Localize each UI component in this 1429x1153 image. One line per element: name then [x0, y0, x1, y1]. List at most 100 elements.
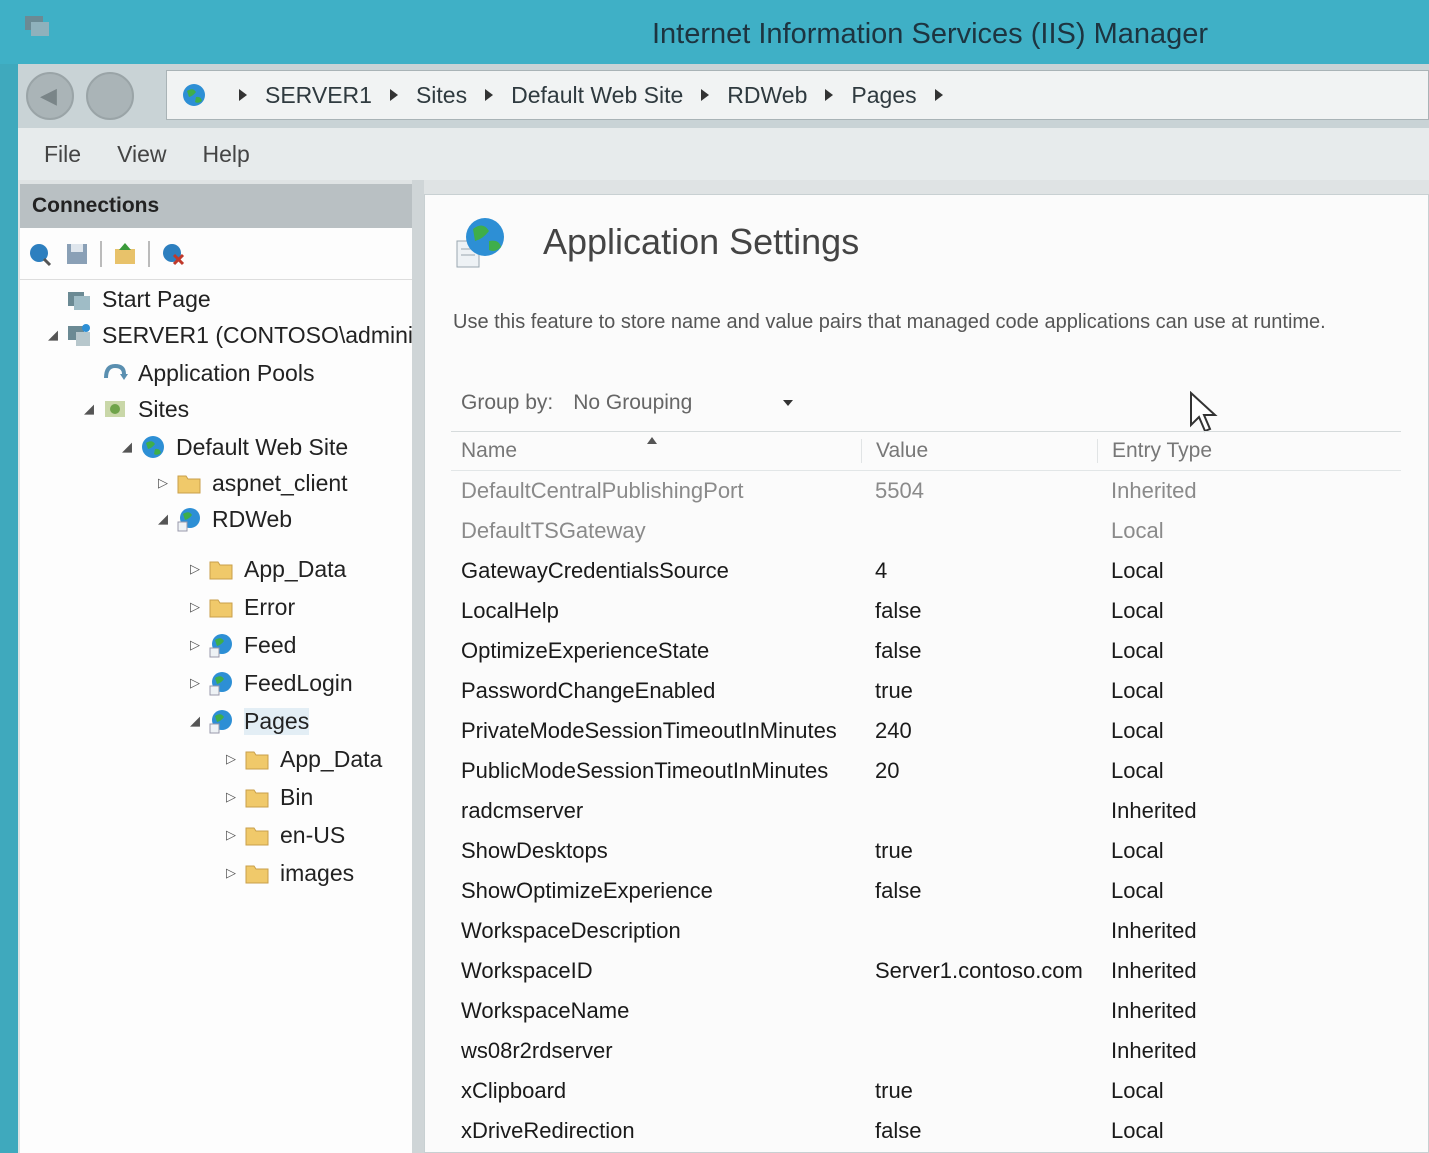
save-icon[interactable] [64, 241, 90, 267]
expand-arrow-icon[interactable]: ▷ [222, 751, 240, 767]
cell-value: 240 [875, 718, 912, 743]
column-header-name[interactable]: Name [451, 437, 861, 463]
cell-name: DefaultCentralPublishingPort [461, 478, 744, 503]
breadcrumb-sites[interactable]: Sites [416, 82, 467, 109]
forward-button[interactable] [86, 72, 134, 120]
folder-icon [208, 594, 234, 620]
back-button[interactable]: ◀ [26, 72, 74, 120]
cell-entry-type: Inherited [1111, 1038, 1197, 1063]
tree-node-bin[interactable]: ▷ Bin [222, 778, 313, 816]
tree-node-server1-contoso-adminis[interactable]: ◢ SERVER1 (CONTOSO\adminis [44, 316, 425, 354]
tree-node-images[interactable]: ▷ images [222, 854, 354, 892]
table-row[interactable]: PasswordChangeEnabled true Local [451, 671, 1401, 711]
cell-value: false [875, 598, 922, 623]
group-by-select[interactable]: No Grouping [573, 391, 794, 415]
breadcrumb-separator-icon [389, 89, 398, 101]
expand-arrow-icon[interactable]: ▷ [186, 561, 204, 577]
sort-ascending-icon [647, 437, 657, 444]
collapse-arrow-icon[interactable]: ◢ [80, 401, 98, 417]
tree-node-pages[interactable]: ◢ Pages [186, 702, 310, 740]
table-row[interactable]: DefaultTSGateway Local [451, 511, 1401, 551]
column-header-entry-type[interactable]: Entry Type [1097, 439, 1397, 463]
connect-icon[interactable] [28, 241, 54, 267]
table-row[interactable]: radcmserver Inherited [451, 791, 1401, 831]
menu-file[interactable]: File [44, 141, 81, 168]
table-row[interactable]: xClipboard true Local [451, 1071, 1401, 1111]
tree-node-label: RDWeb [212, 505, 293, 532]
tree-node-app-data[interactable]: ▷ App_Data [186, 550, 346, 588]
start-page-icon [66, 286, 92, 312]
pane-splitter[interactable] [412, 180, 424, 1153]
table-row[interactable]: GatewayCredentialsSource 4 Local [451, 551, 1401, 591]
expand-arrow-icon[interactable]: ▷ [222, 789, 240, 805]
cell-name: GatewayCredentialsSource [461, 558, 729, 583]
cell-name: ShowOptimizeExperience [461, 878, 713, 903]
expand-arrow-icon[interactable]: ▷ [154, 475, 172, 491]
breadcrumb-default-web-site[interactable]: Default Web Site [511, 82, 683, 109]
table-row[interactable]: LocalHelp false Local [451, 591, 1401, 631]
breadcrumb-server1[interactable]: SERVER1 [265, 82, 372, 109]
web-app-icon [208, 670, 234, 696]
table-row[interactable]: OptimizeExperienceState false Local [451, 631, 1401, 671]
main-area: Connections Start Page ◢ SERVER1 (CONTOSO\… [18, 180, 1429, 1153]
tree-node-label: Feed [244, 631, 297, 658]
tree-node-app-data[interactable]: ▷ App_Data [222, 740, 382, 778]
cell-name: ws08r2rdserver [461, 1038, 613, 1063]
table-row[interactable]: WorkspaceName Inherited [451, 991, 1401, 1031]
collapse-arrow-icon[interactable]: ◢ [44, 327, 62, 343]
cell-value: false [875, 638, 922, 663]
table-row[interactable]: ws08r2rdserver Inherited [451, 1031, 1401, 1071]
folder-icon [244, 860, 270, 886]
expand-arrow-icon[interactable]: ▷ [222, 865, 240, 881]
tree-node-error[interactable]: ▷ Error [186, 588, 295, 626]
disconnect-icon[interactable] [160, 241, 186, 267]
expand-arrow-icon[interactable]: ▷ [186, 675, 204, 691]
table-row[interactable]: PublicModeSessionTimeoutInMinutes 20 Local [451, 751, 1401, 791]
table-row[interactable]: PrivateModeSessionTimeoutInMinutes 240 Loc… [451, 711, 1401, 751]
breadcrumb-separator-icon[interactable] [934, 89, 943, 101]
collapse-arrow-icon[interactable]: ◢ [154, 511, 172, 527]
tree-node-en-us[interactable]: ▷ en-US [222, 816, 345, 854]
breadcrumb-rdweb[interactable]: RDWeb [727, 82, 807, 109]
tree-node-application-pools[interactable]: Application Pools [80, 354, 314, 392]
web-app-icon [208, 708, 234, 734]
collapse-arrow-icon[interactable]: ◢ [118, 439, 136, 455]
tree-node-label: images [280, 859, 355, 886]
breadcrumb-separator-icon [825, 89, 834, 101]
back-arrow-icon: ◀ [40, 84, 57, 109]
expand-arrow-icon[interactable]: ▷ [222, 827, 240, 843]
table-row[interactable]: xDriveRedirection false Local [451, 1111, 1401, 1151]
expand-arrow-icon[interactable]: ▷ [186, 599, 204, 615]
tree-node-feedlogin[interactable]: ▷ FeedLogin [186, 664, 353, 702]
folder-icon [208, 556, 234, 582]
collapse-arrow-icon[interactable]: ◢ [186, 713, 204, 729]
address-bar[interactable]: SERVER1 Sites Default Web Site RDWeb Pag… [166, 70, 1429, 120]
menu-help[interactable]: Help [203, 141, 250, 168]
tree-node-rdweb[interactable]: ◢ RDWeb [154, 500, 292, 538]
globe-icon [140, 434, 166, 460]
up-level-icon[interactable] [112, 241, 138, 267]
menu-view[interactable]: View [117, 141, 166, 168]
table-row[interactable]: WorkspaceDescription Inherited [451, 911, 1401, 951]
tree-node-feed[interactable]: ▷ Feed [186, 626, 296, 664]
server-icon [66, 322, 92, 348]
column-header-value[interactable]: Value [861, 439, 1097, 463]
table-row[interactable]: ShowDesktops true Local [451, 831, 1401, 871]
table-row[interactable]: DefaultCentralPublishingPort 5504 Inherite… [451, 471, 1401, 511]
expand-arrow-icon[interactable]: ▷ [186, 637, 204, 653]
cell-name: radcmserver [461, 798, 584, 823]
breadcrumb-pages[interactable]: Pages [851, 82, 916, 109]
app-pools-icon [102, 360, 128, 386]
tree-node-start-page[interactable]: Start Page [44, 280, 211, 318]
cell-value: true [875, 838, 913, 863]
cell-name: PasswordChangeEnabled [461, 678, 716, 703]
tree-node-sites[interactable]: ◢ Sites [80, 390, 189, 428]
tree-node-default-web-site[interactable]: ◢ Default Web Site [118, 428, 348, 466]
cell-entry-type: Local [1111, 678, 1164, 703]
table-row[interactable]: WorkspaceID Server1.contoso.com Inherited [451, 951, 1401, 991]
folder-icon [244, 822, 270, 848]
cell-name: PublicModeSessionTimeoutInMinutes [461, 758, 829, 783]
table-row[interactable]: ShowOptimizeExperience false Local [451, 871, 1401, 911]
tree-node-aspnet-client[interactable]: ▷ aspnet_client [154, 464, 348, 502]
cell-name: OptimizeExperienceState [461, 638, 710, 663]
